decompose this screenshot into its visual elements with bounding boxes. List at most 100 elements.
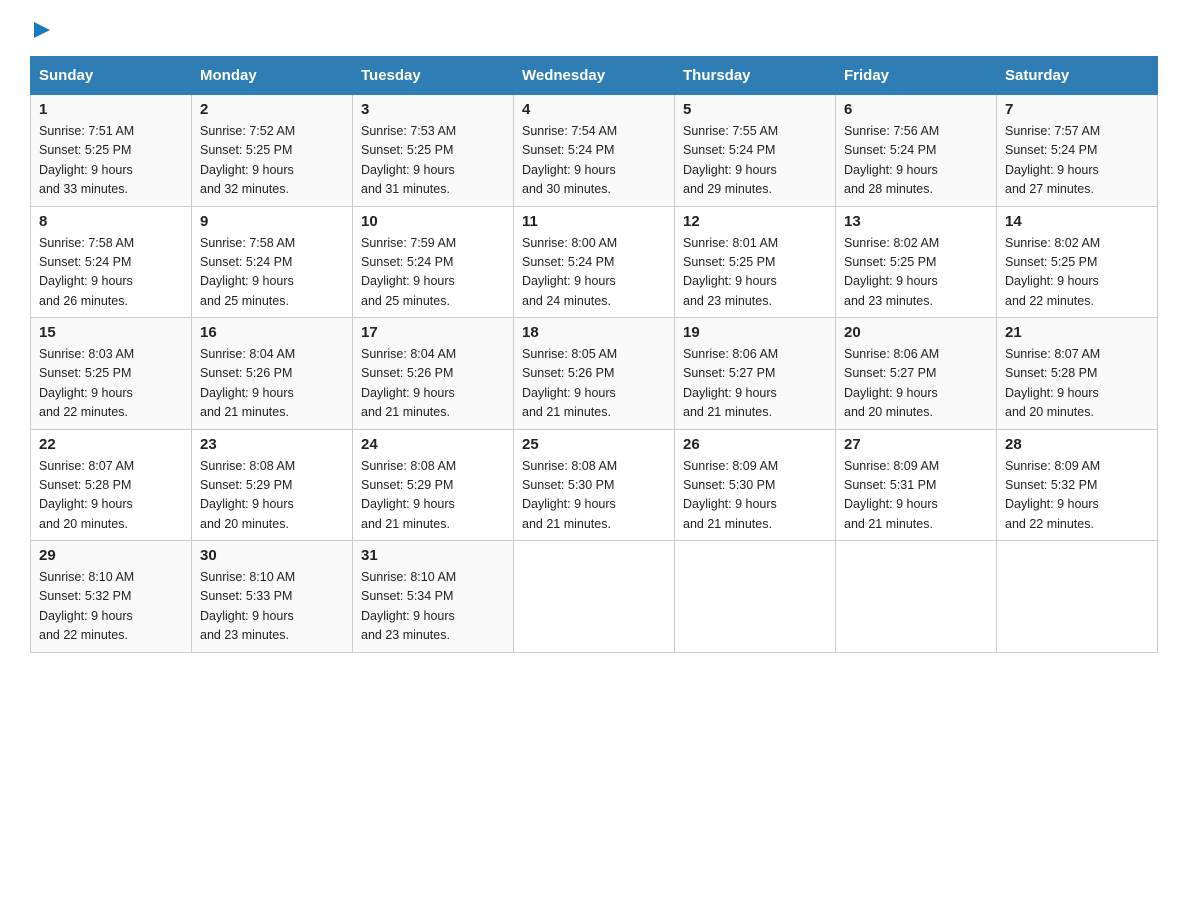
day-cell: 12 Sunrise: 8:01 AMSunset: 5:25 PMDaylig… (675, 206, 836, 318)
day-number: 18 (522, 324, 666, 341)
day-cell: 3 Sunrise: 7:53 AMSunset: 5:25 PMDayligh… (353, 95, 514, 207)
day-cell: 30 Sunrise: 8:10 AMSunset: 5:33 PMDaylig… (192, 541, 353, 653)
day-info: Sunrise: 8:04 AMSunset: 5:26 PMDaylight:… (361, 347, 456, 419)
day-number: 9 (200, 213, 344, 230)
day-info: Sunrise: 8:01 AMSunset: 5:25 PMDaylight:… (683, 236, 778, 308)
day-cell: 16 Sunrise: 8:04 AMSunset: 5:26 PMDaylig… (192, 318, 353, 430)
day-number: 3 (361, 101, 505, 118)
day-cell: 13 Sunrise: 8:02 AMSunset: 5:25 PMDaylig… (836, 206, 997, 318)
day-cell (997, 541, 1158, 653)
day-cell: 20 Sunrise: 8:06 AMSunset: 5:27 PMDaylig… (836, 318, 997, 430)
day-number: 20 (844, 324, 988, 341)
day-info: Sunrise: 8:02 AMSunset: 5:25 PMDaylight:… (1005, 236, 1100, 308)
day-cell: 2 Sunrise: 7:52 AMSunset: 5:25 PMDayligh… (192, 95, 353, 207)
day-cell: 5 Sunrise: 7:55 AMSunset: 5:24 PMDayligh… (675, 95, 836, 207)
logo (30, 20, 52, 40)
day-info: Sunrise: 8:07 AMSunset: 5:28 PMDaylight:… (1005, 347, 1100, 419)
day-cell (836, 541, 997, 653)
day-cell: 1 Sunrise: 7:51 AMSunset: 5:25 PMDayligh… (31, 95, 192, 207)
day-cell: 26 Sunrise: 8:09 AMSunset: 5:30 PMDaylig… (675, 429, 836, 541)
calendar-body: 1 Sunrise: 7:51 AMSunset: 5:25 PMDayligh… (31, 95, 1158, 653)
day-info: Sunrise: 7:52 AMSunset: 5:25 PMDaylight:… (200, 124, 295, 196)
day-cell: 28 Sunrise: 8:09 AMSunset: 5:32 PMDaylig… (997, 429, 1158, 541)
week-row-1: 1 Sunrise: 7:51 AMSunset: 5:25 PMDayligh… (31, 95, 1158, 207)
day-number: 14 (1005, 213, 1149, 230)
day-cell: 17 Sunrise: 8:04 AMSunset: 5:26 PMDaylig… (353, 318, 514, 430)
day-number: 13 (844, 213, 988, 230)
day-cell: 4 Sunrise: 7:54 AMSunset: 5:24 PMDayligh… (514, 95, 675, 207)
day-number: 6 (844, 101, 988, 118)
day-info: Sunrise: 8:00 AMSunset: 5:24 PMDaylight:… (522, 236, 617, 308)
header-cell-wednesday: Wednesday (514, 57, 675, 95)
day-info: Sunrise: 8:10 AMSunset: 5:33 PMDaylight:… (200, 570, 295, 642)
day-cell: 25 Sunrise: 8:08 AMSunset: 5:30 PMDaylig… (514, 429, 675, 541)
day-info: Sunrise: 8:05 AMSunset: 5:26 PMDaylight:… (522, 347, 617, 419)
day-cell: 21 Sunrise: 8:07 AMSunset: 5:28 PMDaylig… (997, 318, 1158, 430)
day-info: Sunrise: 8:08 AMSunset: 5:30 PMDaylight:… (522, 459, 617, 531)
day-cell: 10 Sunrise: 7:59 AMSunset: 5:24 PMDaylig… (353, 206, 514, 318)
day-info: Sunrise: 8:02 AMSunset: 5:25 PMDaylight:… (844, 236, 939, 308)
header-cell-saturday: Saturday (997, 57, 1158, 95)
day-number: 2 (200, 101, 344, 118)
day-cell: 31 Sunrise: 8:10 AMSunset: 5:34 PMDaylig… (353, 541, 514, 653)
day-number: 5 (683, 101, 827, 118)
day-cell: 23 Sunrise: 8:08 AMSunset: 5:29 PMDaylig… (192, 429, 353, 541)
day-info: Sunrise: 8:06 AMSunset: 5:27 PMDaylight:… (683, 347, 778, 419)
day-cell: 27 Sunrise: 8:09 AMSunset: 5:31 PMDaylig… (836, 429, 997, 541)
day-info: Sunrise: 7:59 AMSunset: 5:24 PMDaylight:… (361, 236, 456, 308)
header-cell-sunday: Sunday (31, 57, 192, 95)
day-cell: 14 Sunrise: 8:02 AMSunset: 5:25 PMDaylig… (997, 206, 1158, 318)
day-info: Sunrise: 7:57 AMSunset: 5:24 PMDaylight:… (1005, 124, 1100, 196)
page-header (30, 20, 1158, 40)
day-info: Sunrise: 7:54 AMSunset: 5:24 PMDaylight:… (522, 124, 617, 196)
day-number: 25 (522, 436, 666, 453)
header-cell-thursday: Thursday (675, 57, 836, 95)
day-number: 1 (39, 101, 183, 118)
day-number: 17 (361, 324, 505, 341)
day-number: 15 (39, 324, 183, 341)
day-number: 16 (200, 324, 344, 341)
day-cell (514, 541, 675, 653)
day-info: Sunrise: 8:06 AMSunset: 5:27 PMDaylight:… (844, 347, 939, 419)
day-number: 21 (1005, 324, 1149, 341)
day-number: 30 (200, 547, 344, 564)
day-number: 8 (39, 213, 183, 230)
day-cell (675, 541, 836, 653)
day-cell: 7 Sunrise: 7:57 AMSunset: 5:24 PMDayligh… (997, 95, 1158, 207)
day-cell: 29 Sunrise: 8:10 AMSunset: 5:32 PMDaylig… (31, 541, 192, 653)
day-number: 26 (683, 436, 827, 453)
day-number: 7 (1005, 101, 1149, 118)
day-info: Sunrise: 8:09 AMSunset: 5:31 PMDaylight:… (844, 459, 939, 531)
day-cell: 9 Sunrise: 7:58 AMSunset: 5:24 PMDayligh… (192, 206, 353, 318)
day-info: Sunrise: 8:10 AMSunset: 5:32 PMDaylight:… (39, 570, 134, 642)
day-info: Sunrise: 7:58 AMSunset: 5:24 PMDaylight:… (39, 236, 134, 308)
day-number: 10 (361, 213, 505, 230)
week-row-2: 8 Sunrise: 7:58 AMSunset: 5:24 PMDayligh… (31, 206, 1158, 318)
day-info: Sunrise: 8:04 AMSunset: 5:26 PMDaylight:… (200, 347, 295, 419)
day-info: Sunrise: 8:09 AMSunset: 5:30 PMDaylight:… (683, 459, 778, 531)
day-cell: 15 Sunrise: 8:03 AMSunset: 5:25 PMDaylig… (31, 318, 192, 430)
day-number: 22 (39, 436, 183, 453)
day-number: 12 (683, 213, 827, 230)
day-info: Sunrise: 8:07 AMSunset: 5:28 PMDaylight:… (39, 459, 134, 531)
day-info: Sunrise: 8:03 AMSunset: 5:25 PMDaylight:… (39, 347, 134, 419)
week-row-3: 15 Sunrise: 8:03 AMSunset: 5:25 PMDaylig… (31, 318, 1158, 430)
day-info: Sunrise: 7:53 AMSunset: 5:25 PMDaylight:… (361, 124, 456, 196)
header-cell-tuesday: Tuesday (353, 57, 514, 95)
day-number: 28 (1005, 436, 1149, 453)
day-info: Sunrise: 8:09 AMSunset: 5:32 PMDaylight:… (1005, 459, 1100, 531)
day-number: 31 (361, 547, 505, 564)
day-number: 23 (200, 436, 344, 453)
header-row: SundayMondayTuesdayWednesdayThursdayFrid… (31, 57, 1158, 95)
day-info: Sunrise: 7:56 AMSunset: 5:24 PMDaylight:… (844, 124, 939, 196)
calendar-header: SundayMondayTuesdayWednesdayThursdayFrid… (31, 57, 1158, 95)
day-cell: 24 Sunrise: 8:08 AMSunset: 5:29 PMDaylig… (353, 429, 514, 541)
day-cell: 18 Sunrise: 8:05 AMSunset: 5:26 PMDaylig… (514, 318, 675, 430)
week-row-4: 22 Sunrise: 8:07 AMSunset: 5:28 PMDaylig… (31, 429, 1158, 541)
day-cell: 22 Sunrise: 8:07 AMSunset: 5:28 PMDaylig… (31, 429, 192, 541)
day-number: 24 (361, 436, 505, 453)
header-cell-monday: Monday (192, 57, 353, 95)
header-cell-friday: Friday (836, 57, 997, 95)
day-number: 11 (522, 213, 666, 230)
day-cell: 8 Sunrise: 7:58 AMSunset: 5:24 PMDayligh… (31, 206, 192, 318)
